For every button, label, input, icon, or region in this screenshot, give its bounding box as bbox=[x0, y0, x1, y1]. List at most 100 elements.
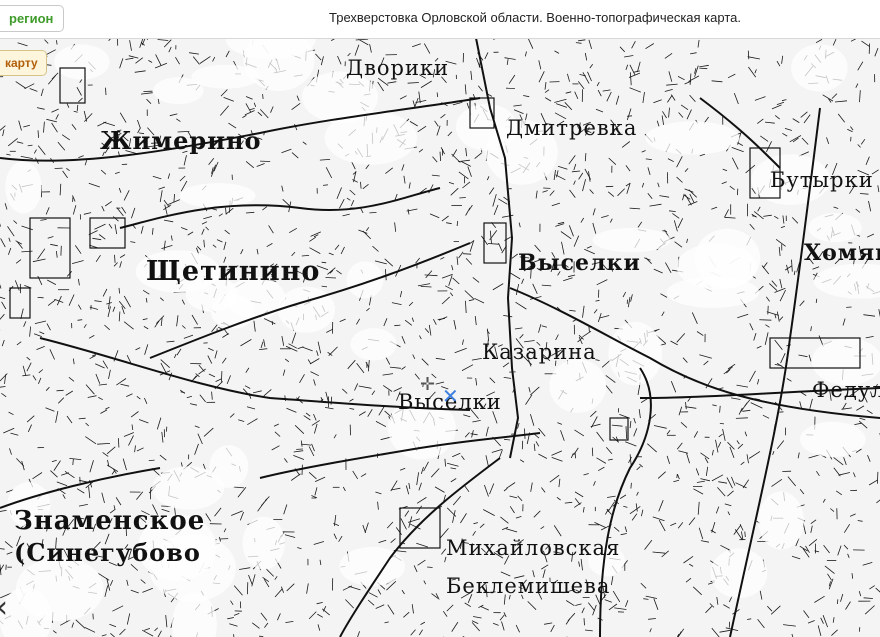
hachure-stroke bbox=[134, 70, 146, 73]
hachure-stroke bbox=[29, 88, 38, 92]
hachure-stroke bbox=[532, 283, 538, 294]
hachure-stroke bbox=[136, 491, 144, 500]
village-label-butyrki: Бутырки bbox=[770, 168, 874, 192]
hachure-stroke bbox=[567, 73, 570, 82]
hachure-stroke bbox=[223, 528, 227, 533]
hachure-stroke bbox=[769, 283, 778, 291]
hachure-stroke bbox=[420, 621, 426, 625]
hachure-stroke bbox=[118, 311, 121, 322]
hachure-stroke bbox=[450, 467, 457, 470]
hachure-stroke bbox=[100, 409, 108, 414]
hachure-stroke bbox=[420, 466, 424, 475]
hachure-stroke bbox=[342, 486, 346, 492]
hachure-stroke bbox=[104, 324, 110, 331]
hachure-stroke bbox=[401, 366, 406, 370]
hachure-stroke bbox=[704, 457, 709, 464]
hachure-stroke bbox=[110, 632, 115, 637]
hachure-stroke bbox=[193, 375, 198, 380]
hachure-stroke bbox=[262, 94, 264, 100]
hachure-stroke bbox=[208, 373, 216, 378]
hachure-stroke bbox=[240, 339, 252, 347]
hachure-stroke bbox=[678, 450, 689, 454]
hachure-stroke bbox=[831, 629, 838, 636]
hachure-stroke bbox=[418, 629, 423, 636]
hachure-stroke bbox=[360, 473, 367, 478]
hachure-stroke bbox=[407, 208, 410, 215]
hachure-stroke bbox=[410, 629, 416, 636]
hachure-stroke bbox=[245, 367, 250, 373]
hachure-stroke bbox=[487, 328, 489, 341]
hachure-stroke bbox=[270, 106, 274, 113]
hachure-stroke bbox=[709, 603, 715, 608]
hachure-stroke bbox=[4, 203, 8, 210]
hachure-stroke bbox=[798, 354, 808, 358]
hachure-stroke bbox=[503, 487, 508, 492]
hachure-stroke bbox=[421, 358, 429, 366]
hachure-stroke bbox=[240, 249, 244, 255]
hachure-stroke bbox=[321, 608, 330, 616]
hachure-stroke bbox=[317, 624, 321, 631]
hachure-stroke bbox=[368, 359, 370, 372]
hachure-stroke bbox=[417, 559, 426, 566]
hachure-stroke bbox=[699, 64, 709, 68]
hachure-stroke bbox=[201, 221, 208, 225]
hachure-stroke bbox=[629, 420, 632, 429]
hachure-stroke bbox=[411, 317, 414, 322]
hachure-stroke bbox=[573, 235, 580, 247]
hachure-stroke bbox=[212, 56, 216, 62]
chevron-left-icon[interactable]: ‹ bbox=[0, 588, 22, 628]
hachure-stroke bbox=[822, 615, 828, 628]
hachure-stroke bbox=[633, 428, 638, 437]
hachure-stroke bbox=[334, 244, 340, 250]
hachure-stroke bbox=[156, 417, 162, 430]
hachure-stroke bbox=[382, 385, 393, 392]
hachure-stroke bbox=[282, 199, 291, 207]
hachure-stroke bbox=[446, 222, 452, 225]
hachure-stroke bbox=[262, 206, 268, 211]
hachure-stroke bbox=[749, 370, 756, 383]
hill-highlight bbox=[350, 328, 397, 361]
hachure-stroke bbox=[340, 246, 345, 255]
hachure-stroke bbox=[418, 148, 424, 153]
village-label-khomyak: Хомяк bbox=[804, 240, 880, 266]
hachure-stroke bbox=[0, 548, 5, 550]
hachure-stroke bbox=[595, 108, 604, 113]
hachure-stroke bbox=[354, 44, 360, 56]
hachure-stroke bbox=[253, 102, 257, 108]
hachure-stroke bbox=[285, 621, 294, 623]
hachure-stroke bbox=[608, 157, 617, 165]
hachure-stroke bbox=[349, 408, 355, 410]
hachure-stroke bbox=[277, 613, 281, 621]
region-button[interactable]: регион bbox=[0, 5, 65, 32]
hachure-stroke bbox=[358, 411, 366, 416]
hachure-stroke bbox=[580, 558, 583, 571]
hachure-stroke bbox=[465, 300, 467, 314]
hachure-stroke bbox=[582, 305, 585, 318]
hachure-stroke bbox=[297, 547, 302, 550]
hachure-stroke bbox=[281, 336, 285, 346]
hachure-stroke bbox=[429, 213, 440, 219]
hachure-stroke bbox=[348, 585, 361, 591]
hachure-stroke bbox=[678, 406, 683, 416]
hachure-stroke bbox=[112, 306, 116, 312]
hachure-stroke bbox=[408, 482, 411, 490]
hachure-stroke bbox=[14, 280, 20, 291]
hachure-stroke bbox=[779, 278, 783, 289]
hachure-stroke bbox=[724, 503, 732, 507]
hachure-stroke bbox=[218, 213, 223, 217]
hachure-stroke bbox=[13, 220, 18, 224]
hachure-stroke bbox=[544, 97, 552, 102]
hachure-stroke bbox=[76, 104, 79, 112]
hachure-stroke bbox=[686, 452, 690, 464]
hachure-stroke bbox=[862, 562, 873, 566]
hachure-stroke bbox=[138, 419, 149, 424]
hachure-stroke bbox=[365, 163, 370, 170]
hachure-stroke bbox=[435, 357, 446, 360]
hachure-stroke bbox=[358, 385, 372, 389]
hachure-stroke bbox=[94, 300, 102, 302]
back-to-map-button[interactable]: карту bbox=[0, 50, 47, 76]
location-marker-icon[interactable]: ✕ bbox=[442, 384, 459, 408]
map-viewport[interactable]: Дворики Дмитревка Жимерино Щетинино Высе… bbox=[0, 38, 880, 637]
hachure-stroke bbox=[514, 327, 523, 330]
hachure-stroke bbox=[824, 565, 835, 574]
